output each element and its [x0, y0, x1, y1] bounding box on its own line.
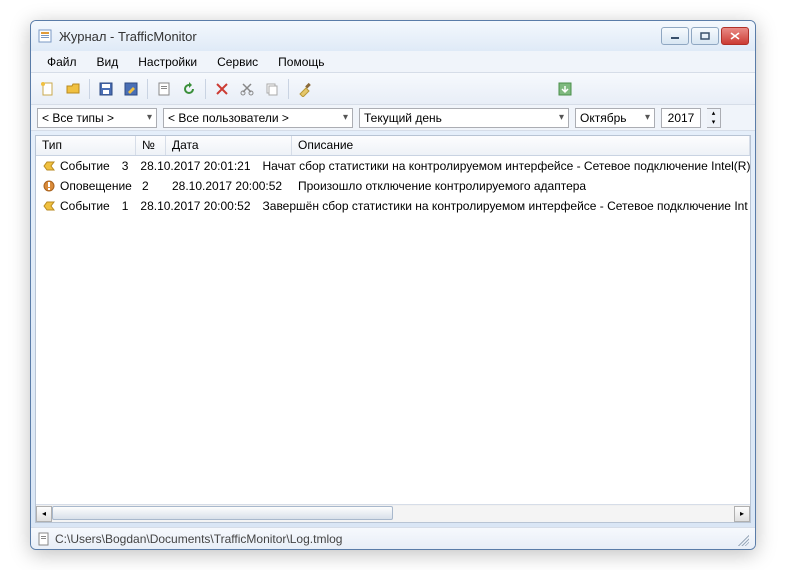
resize-grip[interactable] [735, 532, 749, 546]
row-date: 28.10.2017 20:00:52 [166, 179, 292, 193]
grid-body: Событие 328.10.2017 20:01:21Начат сбор ст… [36, 156, 750, 504]
log-grid: Тип № Дата Описание Событие328.10.2017 2… [35, 135, 751, 523]
table-row[interactable]: Событие 328.10.2017 20:01:21Начат сбор ст… [36, 156, 750, 176]
status-path: C:\Users\Bogdan\Documents\TrafficMonitor… [55, 532, 342, 546]
scroll-track[interactable] [52, 506, 734, 522]
menu-view[interactable]: Вид [89, 53, 127, 71]
titlebar: Журнал - TrafficMonitor [31, 21, 755, 51]
table-row[interactable]: Оповещение 228.10.2017 20:00:52Произошло … [36, 176, 750, 196]
row-desc: Завершён сбор статистики на контролируем… [257, 199, 750, 213]
main-window: Журнал - TrafficMonitor Файл Вид Настрой… [30, 20, 756, 550]
close-button[interactable] [721, 27, 749, 45]
filter-month-combo[interactable]: Октябрь [575, 108, 655, 128]
row-date: 28.10.2017 20:00:52 [134, 199, 256, 213]
clear-button[interactable] [294, 78, 316, 100]
minimize-button[interactable] [661, 27, 689, 45]
filter-year-input[interactable] [661, 108, 701, 128]
filter-type-value: < Все типы > [42, 111, 114, 125]
row-type: Оповещение [60, 179, 132, 193]
grid-header: Тип № Дата Описание [36, 136, 750, 156]
window-title: Журнал - TrafficMonitor [59, 29, 661, 44]
export-button[interactable] [554, 78, 576, 100]
filter-day-combo[interactable]: Текущий день [359, 108, 569, 128]
alert-icon [42, 179, 56, 193]
year-spinner[interactable]: ▴▾ [707, 108, 721, 128]
copy-button[interactable] [261, 78, 283, 100]
open-button[interactable] [62, 78, 84, 100]
document-icon [37, 532, 51, 546]
row-num: 3 [116, 159, 135, 173]
filter-user-value: < Все пользователи > [168, 111, 289, 125]
maximize-button[interactable] [691, 27, 719, 45]
statusbar: C:\Users\Bogdan\Documents\TrafficMonitor… [31, 527, 755, 549]
window-controls [661, 27, 749, 45]
row-type: Событие [60, 199, 110, 213]
scroll-left-icon[interactable]: ◂ [36, 506, 52, 522]
row-type: Событие [60, 159, 110, 173]
table-row[interactable]: Событие 128.10.2017 20:00:52Завершён сбор… [36, 196, 750, 216]
save-button[interactable] [95, 78, 117, 100]
filter-month-value: Октябрь [580, 111, 627, 125]
year-up-icon[interactable]: ▴ [707, 109, 720, 118]
new-button[interactable] [37, 78, 59, 100]
cut-button[interactable] [236, 78, 258, 100]
menu-settings[interactable]: Настройки [130, 53, 205, 71]
row-date: 28.10.2017 20:01:21 [134, 159, 256, 173]
filterbar: < Все типы > < Все пользователи > Текущи… [31, 105, 755, 131]
col-header-date[interactable]: Дата [166, 136, 292, 155]
menu-file[interactable]: Файл [39, 53, 85, 71]
scroll-right-icon[interactable]: ▸ [734, 506, 750, 522]
menu-service[interactable]: Сервис [209, 53, 266, 71]
event-icon [42, 199, 56, 213]
row-num: 2 [136, 179, 166, 193]
row-desc: Начат сбор статистики на контролируемом … [257, 159, 750, 173]
refresh-button[interactable] [178, 78, 200, 100]
filter-user-combo[interactable]: < Все пользователи > [163, 108, 353, 128]
col-header-desc[interactable]: Описание [292, 136, 750, 155]
menu-help[interactable]: Помощь [270, 53, 332, 71]
page-button[interactable] [153, 78, 175, 100]
filter-day-value: Текущий день [364, 111, 442, 125]
app-icon [37, 28, 53, 44]
toolbar [31, 73, 755, 105]
delete-button[interactable] [211, 78, 233, 100]
col-header-type[interactable]: Тип [36, 136, 136, 155]
event-icon [42, 159, 56, 173]
year-down-icon[interactable]: ▾ [707, 118, 720, 127]
menubar: Файл Вид Настройки Сервис Помощь [31, 51, 755, 73]
col-header-num[interactable]: № [136, 136, 166, 155]
row-desc: Произошло отключение контролируемого ада… [292, 179, 750, 193]
filter-type-combo[interactable]: < Все типы > [37, 108, 157, 128]
scroll-thumb[interactable] [52, 506, 393, 520]
edit-button[interactable] [120, 78, 142, 100]
row-num: 1 [116, 199, 135, 213]
horizontal-scrollbar[interactable]: ◂ ▸ [36, 504, 750, 522]
